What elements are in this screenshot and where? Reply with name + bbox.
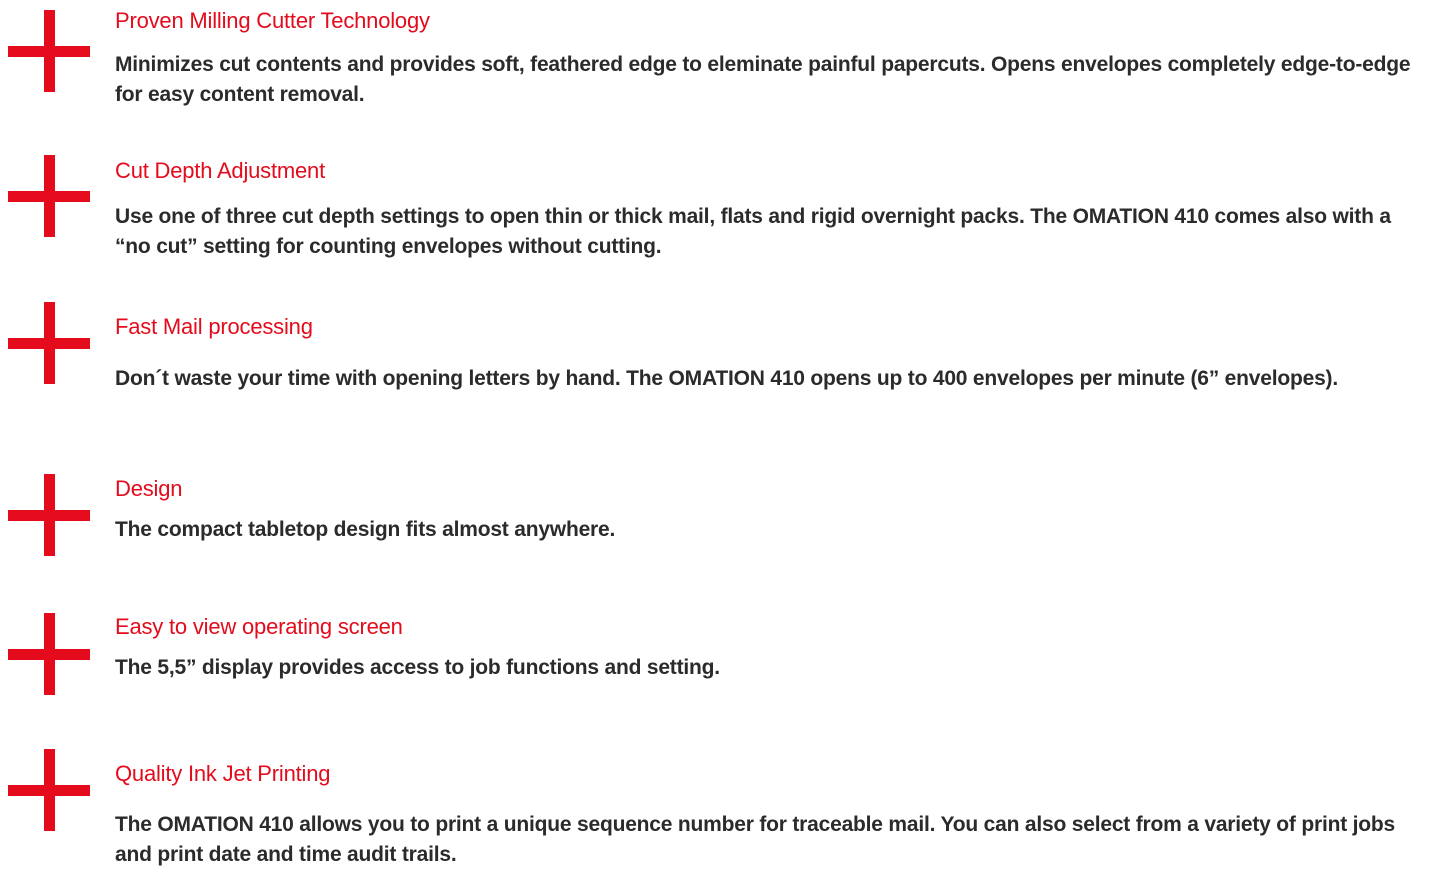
plus-cross-icon (8, 613, 90, 695)
plus-cross-icon (8, 749, 90, 831)
feature-title: Quality Ink Jet Printing (115, 761, 331, 786)
feature-description: The compact tabletop design fits almost … (115, 518, 616, 541)
feature-description: The OMATION 410 allows you to print a un… (115, 813, 1396, 866)
feature-title: Design (115, 476, 183, 501)
plus-cross-icon (8, 155, 90, 237)
plus-cross-icon-horizontal (8, 785, 90, 796)
feature-title: Fast Mail processing (115, 314, 313, 339)
plus-cross-icon-horizontal (8, 46, 90, 57)
feature-title: Cut Depth Adjustment (115, 158, 326, 183)
plus-cross-icon (8, 302, 90, 384)
feature-description: Don´t waste your time with opening lette… (115, 367, 1338, 390)
plus-cross-icon-horizontal (8, 191, 90, 202)
feature-description: Use one of three cut depth settings to o… (115, 205, 1391, 258)
plus-cross-icon-horizontal (8, 649, 90, 660)
plus-cross-icon-horizontal (8, 338, 90, 349)
plus-cross-icon (8, 474, 90, 556)
plus-cross-icon-horizontal (8, 510, 90, 521)
feature-title: Easy to view operating screen (115, 614, 403, 639)
feature-description: The 5,5” display provides access to job … (115, 656, 720, 679)
feature-description: Minimizes cut contents and provides soft… (115, 53, 1411, 106)
feature-title: Proven Milling Cutter Technology (115, 8, 430, 33)
plus-cross-icon (8, 10, 90, 92)
